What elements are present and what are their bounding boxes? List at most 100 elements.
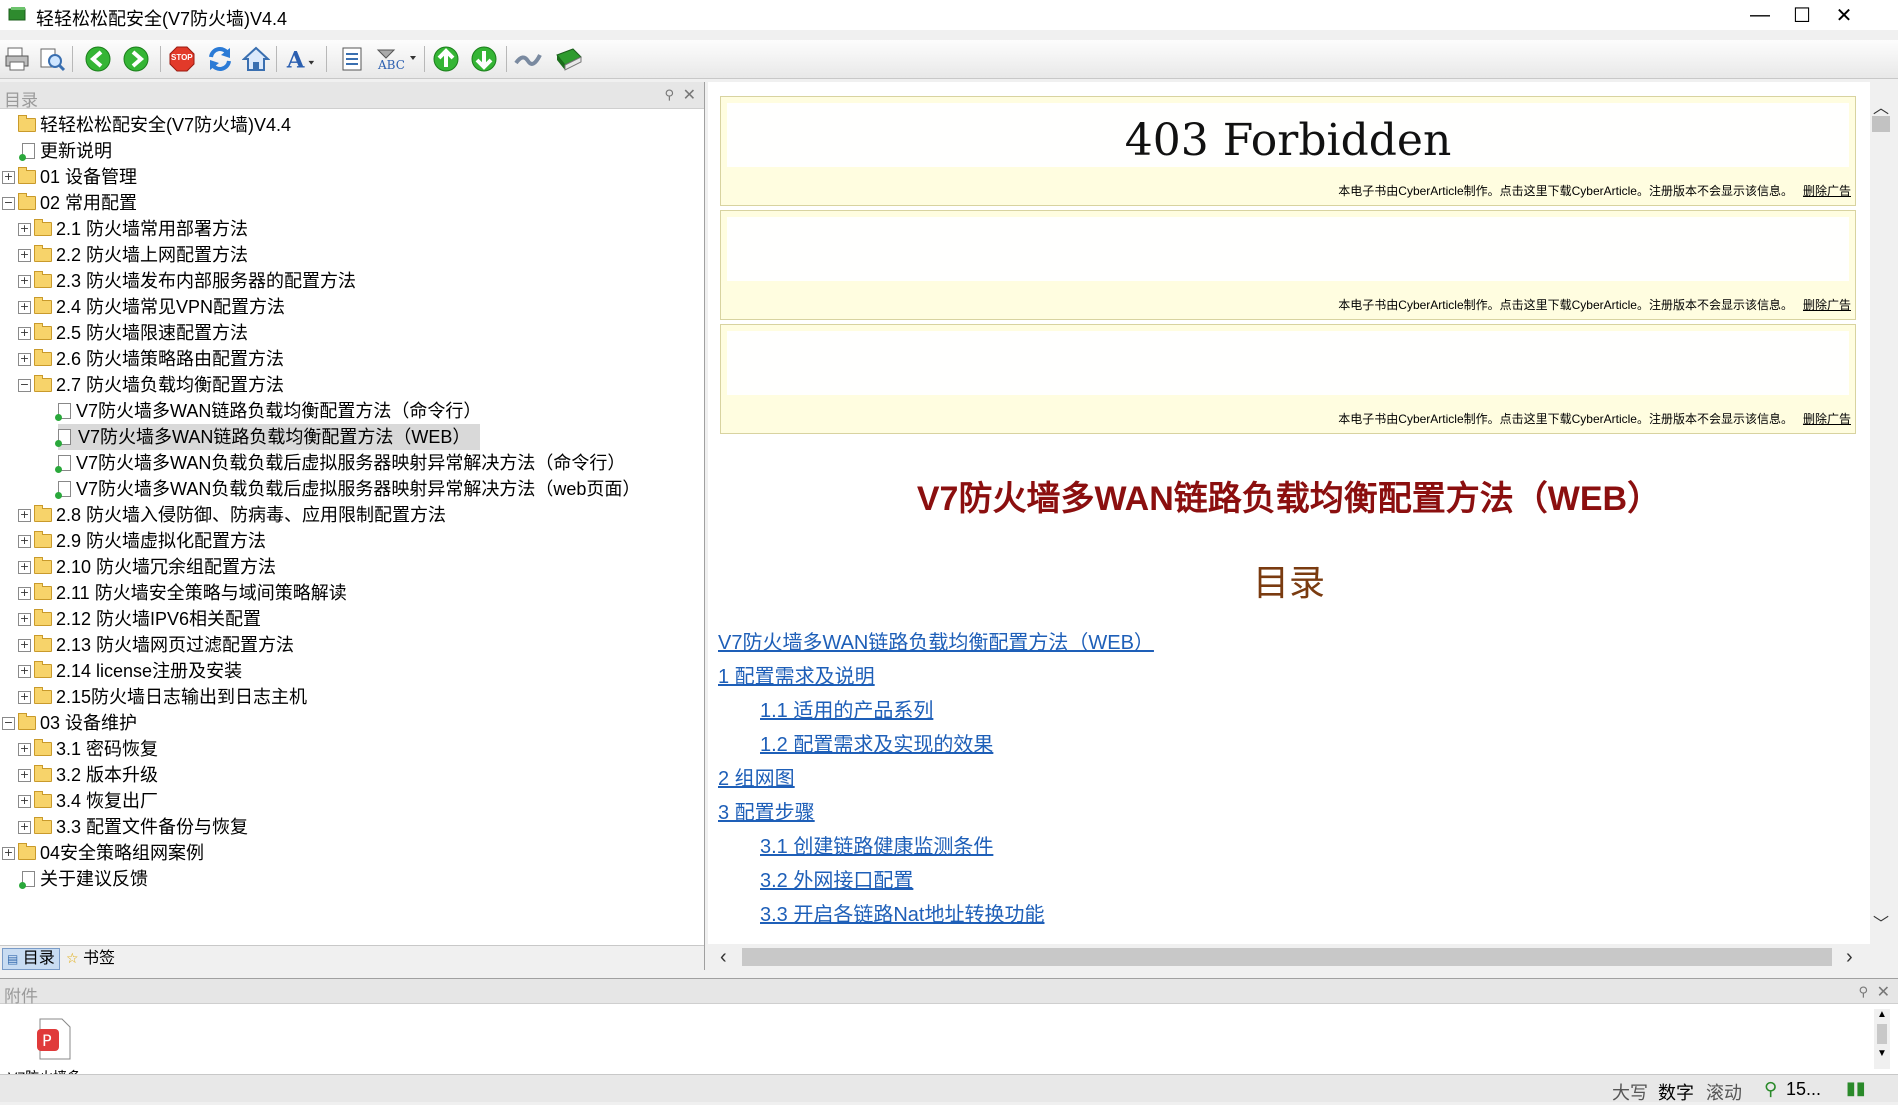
toc-link[interactable]: 3 配置步骤 [718,796,815,825]
close-button[interactable]: ✕ [1822,0,1866,30]
tree-folder-node[interactable]: − 02 常用配置 [2,190,137,216]
tree-folder-node[interactable]: +2.14 license注册及安装 [18,658,242,684]
expand-icon[interactable]: + [18,742,31,756]
expand-icon[interactable]: + [18,612,31,626]
forward-button[interactable] [120,43,152,75]
toc-link[interactable]: V7防火墙多WAN链路负载均衡配置方法（WEB） [718,626,1154,655]
expand-icon[interactable]: + [18,664,31,678]
scroll-thumb[interactable] [1872,116,1890,132]
tree-folder-node[interactable]: +2.2 防火墙上网配置方法 [18,242,248,268]
scroll-right-icon[interactable]: › [1846,946,1853,969]
ad-footer-text[interactable]: 本电子书由CyberArticle制作。点击这里下载CyberArticle。注… [1338,184,1793,198]
toc-link[interactable]: 3.2 外网接口配置 [760,864,913,893]
spell-check-button[interactable]: ABC [372,43,418,75]
ad-footer-text[interactable]: 本电子书由CyberArticle制作。点击这里下载CyberArticle。注… [1338,298,1793,312]
tree-folder-node[interactable]: +2.3 防火墙发布内部服务器的配置方法 [18,268,356,294]
collapse-icon[interactable]: − [2,196,15,210]
tree-folder-node[interactable]: +2.15防火墙日志输出到日志主机 [18,684,307,710]
ad-box: 本电子书由CyberArticle制作。点击这里下载CyberArticle。注… [720,324,1856,434]
pin-icon[interactable]: ⚲ [664,87,674,103]
link-button[interactable] [512,43,544,75]
remove-ad-link[interactable]: 删除广告 [1803,184,1851,198]
tree-doc-node[interactable]: V7防火墙多WAN负载负载后虚拟服务器映射异常解决方法（命令行） [55,450,625,476]
expand-icon[interactable]: + [18,352,31,366]
tree-folder-node[interactable]: +2.9 防火墙虚拟化配置方法 [18,528,266,554]
tree-folder-node[interactable]: +3.4 恢复出厂 [18,788,158,814]
scroll-thumb-horizontal[interactable] [742,948,1832,966]
tree-folder-node[interactable]: − 03 设备维护 [2,710,137,736]
horizontal-scrollbar[interactable]: ‹ › [708,944,1870,970]
tree-folder-node[interactable]: +2.4 防火墙常见VPN配置方法 [18,294,285,320]
toc-link[interactable]: 2 组网图 [718,762,795,791]
tree-folder-node[interactable]: +2.1 防火墙常用部署方法 [18,216,248,242]
vertical-scrollbar[interactable]: ︿ ﹀ [1870,94,1892,934]
tree-folder-node[interactable]: − 2.7 防火墙负载均衡配置方法 [18,372,284,398]
tab-bookmarks[interactable]: ☆ 书签 [62,948,119,968]
toc-link[interactable]: 1 配置需求及说明 [718,660,875,689]
tree-folder-node[interactable]: +2.12 防火墙IPV6相关配置 [18,606,261,632]
close-icon[interactable]: ✕ [683,85,696,105]
tree-folder-node[interactable]: +2.6 防火墙策略路由配置方法 [18,346,284,372]
tree-doc-node[interactable]: V7防火墙多WAN链路负载均衡配置方法（命令行） [55,398,481,424]
expand-icon[interactable]: + [18,222,31,236]
collapse-icon[interactable]: − [2,716,15,730]
tree-folder-node[interactable]: +01 设备管理 [2,164,137,190]
tree-folder-node[interactable]: +3.2 版本升级 [18,762,158,788]
remove-ad-link[interactable]: 删除广告 [1803,412,1851,426]
scroll-down-icon[interactable]: ﹀ [1872,910,1890,933]
toc-link[interactable]: 1.1 适用的产品系列 [760,694,933,723]
tree-folder-node[interactable]: +2.8 防火墙入侵防御、防病毒、应用限制配置方法 [18,502,446,528]
tree-folder-node[interactable]: +2.10 防火墙冗余组配置方法 [18,554,276,580]
tree-doc-node[interactable]: V7防火墙多WAN链路负载均衡配置方法（WEB） [55,424,481,450]
ad-footer-text[interactable]: 本电子书由CyberArticle制作。点击这里下载CyberArticle。注… [1338,412,1793,426]
font-button[interactable]: A [284,43,316,75]
remove-ad-link[interactable]: 删除广告 [1803,298,1851,312]
toc-link[interactable]: 3.3 开启各链路Nat地址转换功能 [760,898,1044,927]
close-icon[interactable]: ✕ [1877,982,1890,1002]
tree-folder-node[interactable]: 轻轻松松配安全(V7防火墙)V4.4 [2,112,291,138]
scroll-left-icon[interactable]: ‹ [720,946,727,969]
expand-icon[interactable]: + [18,768,31,782]
attachments-scrollbar[interactable]: ▲ ▼ [1874,1009,1890,1069]
tree-doc-node[interactable]: 关于建议反馈 [19,866,148,892]
print-preview-button[interactable] [36,43,68,75]
expand-icon[interactable]: + [18,248,31,262]
stop-button[interactable]: STOP [166,43,198,75]
tree-folder-node[interactable]: +3.1 密码恢复 [18,736,158,762]
expand-icon[interactable]: + [2,170,15,184]
expand-icon[interactable]: + [18,638,31,652]
toc-link[interactable]: 1.2 配置需求及实现的效果 [760,728,993,757]
tree-doc-node[interactable]: V7防火墙多WAN负载负载后虚拟服务器映射异常解决方法（web页面） [55,476,640,502]
toc-link[interactable]: 3.1 创建链路健康监测条件 [760,830,993,859]
pin-icon[interactable]: ⚲ [1858,984,1868,1000]
print-button[interactable] [2,43,34,75]
expand-icon[interactable]: + [18,300,31,314]
expand-icon[interactable]: + [18,326,31,340]
expand-icon[interactable]: + [18,560,31,574]
expand-icon[interactable]: + [18,508,31,522]
expand-icon[interactable]: + [18,820,31,834]
attachment-file[interactable]: P [34,1017,74,1061]
expand-icon[interactable]: + [18,274,31,288]
notes-button[interactable] [336,43,368,75]
collapse-icon[interactable]: − [18,378,31,392]
up-button[interactable] [430,43,462,75]
tree-folder-node[interactable]: +2.11 防火墙安全策略与域间策略解读 [18,580,347,606]
expand-icon[interactable]: + [18,794,31,808]
expand-icon[interactable]: + [18,690,31,704]
expand-icon[interactable]: + [2,846,15,860]
tab-toc[interactable]: ▤ 目录 [2,948,60,970]
tree-folder-node[interactable]: +2.13 防火墙网页过滤配置方法 [18,632,294,658]
scroll-up-icon[interactable]: ︿ [1872,94,1890,117]
tree-folder-node[interactable]: +04安全策略组网案例 [2,840,204,866]
down-button[interactable] [468,43,500,75]
tree-doc-node[interactable]: 更新说明 [19,138,112,164]
expand-icon[interactable]: + [18,534,31,548]
home-button[interactable] [240,43,272,75]
back-button[interactable] [82,43,114,75]
tree-folder-node[interactable]: +3.3 配置文件备份与恢复 [18,814,248,840]
expand-icon[interactable]: + [18,586,31,600]
tree-folder-node[interactable]: +2.5 防火墙限速配置方法 [18,320,248,346]
refresh-button[interactable] [204,43,236,75]
book-button[interactable] [552,43,584,75]
